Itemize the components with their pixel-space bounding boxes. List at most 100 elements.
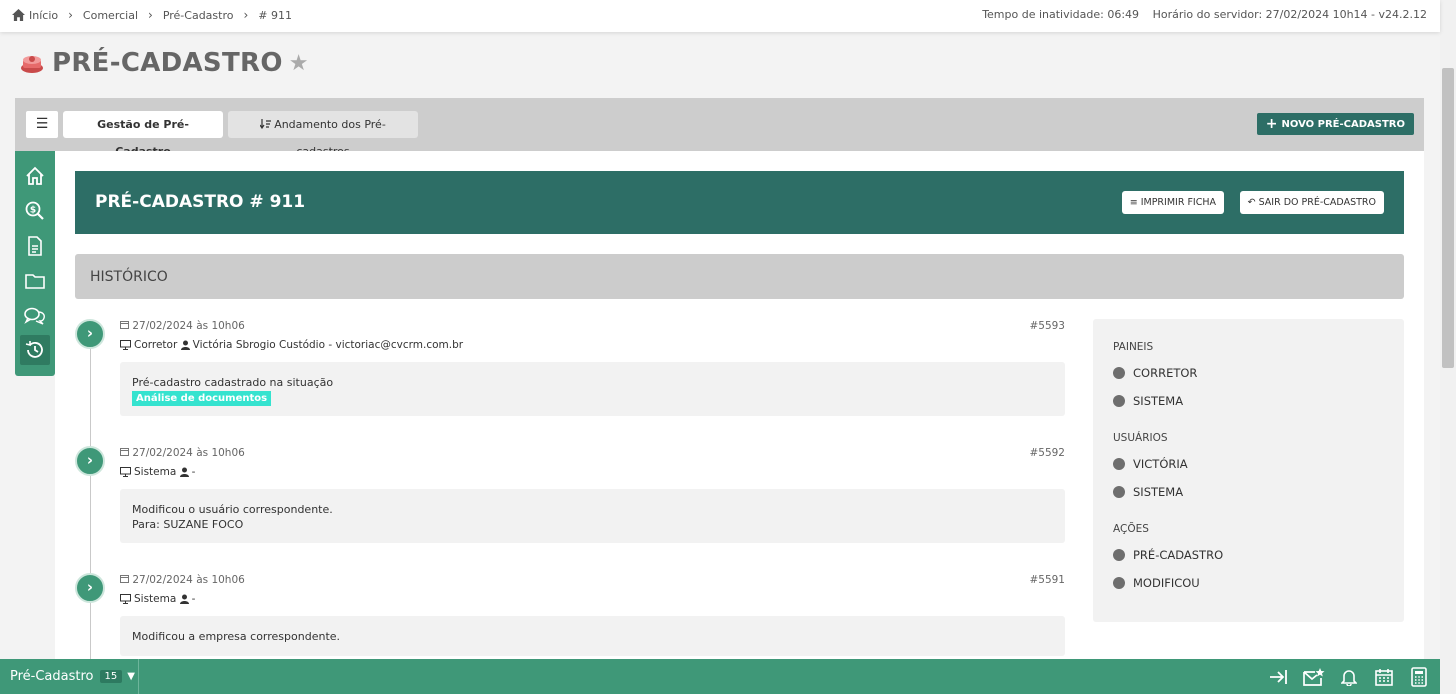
server-time: Horário do servidor: 27/02/2024 10h14 - … [1152, 8, 1427, 21]
breadcrumb: Início › Comercial › Pré-Cadastro › # 91… [12, 8, 292, 22]
pre-cadastro-logo-icon [21, 56, 43, 73]
entry-date-text: 27/02/2024 às 10h06 [132, 574, 245, 586]
svg-text:$: $ [30, 206, 36, 216]
search-money-icon[interactable]: $ [20, 196, 50, 226]
chevron-right-icon: › [148, 8, 153, 22]
entry-user: - [191, 593, 196, 605]
print-button-label: IMPRIMIR FICHA [1140, 197, 1216, 208]
entry-date-text: 27/02/2024 às 10h06 [132, 447, 245, 459]
filter-option-label: PRÉ-CADASTRO [1133, 548, 1224, 562]
filter-option[interactable]: VICTÓRIA [1113, 457, 1188, 471]
entry-date-text: 27/02/2024 às 10h06 [132, 320, 245, 332]
bottom-bar: Pré-Cadastro 15 ▼ [0, 659, 1440, 694]
monitor-icon [120, 340, 131, 350]
filter-option[interactable]: SISTEMA [1113, 485, 1183, 499]
filter-group-title: PAINEIS [1113, 341, 1154, 353]
monitor-icon [120, 467, 131, 477]
entry-origin: Sistema [134, 466, 177, 478]
module-selector[interactable]: Pré-Cadastro 15 ▼ [0, 659, 139, 694]
expand-chevron-icon[interactable]: › [75, 573, 105, 603]
tab-andamento[interactable]: Andamento dos Pré-cadastros [228, 111, 418, 158]
breadcrumb-item-current: # 911 [258, 8, 293, 22]
exit-button[interactable]: ↶ SAIR DO PRÉ-CADASTRO [1239, 191, 1384, 214]
calculator-icon[interactable] [1408, 666, 1430, 688]
entry-id: #5592 [1029, 447, 1065, 459]
tab-gestao[interactable]: Gestão de Pré-Cadastro [63, 111, 223, 158]
chevron-right-icon: › [68, 8, 73, 22]
entry-content: Modificou a empresa correspondente. [120, 616, 1065, 656]
print-button[interactable]: ≡ IMPRIMIR FICHA [1121, 191, 1224, 214]
exit-button-label: SAIR DO PRÉ-CADASTRO [1258, 197, 1376, 208]
menu-toggle-button[interactable]: ☰ [26, 111, 58, 138]
entry-text: Pré-cadastro cadastrado na situação [132, 376, 334, 389]
entry-origin: Corretor [134, 339, 178, 351]
calendar-icon [120, 321, 129, 329]
top-bar: Início › Comercial › Pré-Cadastro › # 91… [0, 0, 1440, 32]
entry-user: - [191, 466, 196, 478]
mail-star-icon[interactable] [1303, 666, 1325, 688]
chat-icon[interactable] [20, 301, 50, 331]
filter-option-label: SISTEMA [1133, 394, 1184, 408]
entry-user: Victória Sbrogio Custódio - victoriac@cv… [192, 339, 464, 351]
new-pre-cadastro-label: NOVO PRÉ-CADASTRO [1281, 119, 1405, 130]
radio-circle-icon [1113, 367, 1125, 379]
expand-chevron-icon[interactable]: › [75, 446, 105, 476]
list-icon: ≡ [1129, 197, 1138, 208]
user-icon [179, 467, 189, 477]
reply-icon: ↶ [1247, 197, 1256, 208]
chevron-down-icon: ▼ [127, 671, 135, 682]
filter-option[interactable]: MODIFICOU [1113, 576, 1200, 590]
new-pre-cadastro-button[interactable]: + NOVO PRÉ-CADASTRO [1256, 113, 1414, 135]
document-icon[interactable] [20, 231, 50, 261]
radio-circle-icon [1113, 486, 1125, 498]
vertical-scrollbar[interactable] [1440, 0, 1456, 694]
history-title: HISTÓRICO [90, 269, 168, 285]
filter-group-title: USUÁRIOS [1113, 432, 1168, 444]
filter-option[interactable]: CORRETOR [1113, 366, 1197, 380]
breadcrumb-item-pre-cadastro[interactable]: Pré-Cadastro [163, 9, 234, 22]
bottom-actions [1255, 666, 1430, 688]
filter-option-label: CORRETOR [1133, 366, 1198, 380]
radio-circle-icon [1113, 458, 1125, 470]
folder-icon[interactable] [20, 266, 50, 296]
entry-text: Modificou o usuário correspondente. [132, 503, 333, 516]
session-info: Tempo de inatividade: 06:49 Horário do s… [982, 8, 1427, 21]
plus-icon: + [1265, 116, 1278, 132]
count-badge: 15 [99, 670, 123, 683]
filter-option[interactable]: SISTEMA [1113, 394, 1183, 408]
entry-author: Sistema - [120, 593, 195, 605]
filter-option-label: VICTÓRIA [1133, 457, 1188, 471]
page-title: PRÉ-CADASTRO [52, 48, 283, 78]
collapse-right-icon[interactable] [1268, 666, 1290, 688]
home-icon [12, 9, 25, 21]
entry-text: Modificou a empresa correspondente. [132, 630, 341, 643]
radio-circle-icon [1113, 395, 1125, 407]
entry-content: Modificou o usuário correspondente. Para… [120, 489, 1065, 543]
filter-group-title: AÇÕES [1113, 523, 1149, 535]
entry-origin: Sistema [134, 593, 177, 605]
star-icon[interactable]: ★ [289, 51, 309, 76]
entry-extra: Para: SUZANE FOCO [132, 518, 244, 531]
entry-id: #5591 [1029, 574, 1065, 586]
entry-date: 27/02/2024 às 10h06 [120, 574, 245, 586]
calendar-icon[interactable] [1373, 666, 1395, 688]
entry-author: Corretor Victória Sbrogio Custódio - vic… [120, 339, 463, 351]
breadcrumb-item-comercial[interactable]: Comercial [83, 9, 138, 22]
page-header: PRÉ-CADASTRO ★ [20, 48, 308, 78]
pre-cadastro-title: PRÉ-CADASTRO # 911 [95, 192, 306, 212]
expand-chevron-icon[interactable]: › [75, 319, 105, 349]
history-icon[interactable] [20, 335, 50, 365]
chevron-right-icon: › [243, 8, 249, 22]
entry-content: Pré-cadastro cadastrado na situação Anál… [120, 362, 1065, 416]
inactivity-time: Tempo de inatividade: 06:49 [982, 8, 1140, 21]
entry-author: Sistema - [120, 466, 195, 478]
home-icon[interactable] [20, 161, 50, 191]
filter-option-label: SISTEMA [1133, 485, 1184, 499]
filter-option[interactable]: PRÉ-CADASTRO [1113, 548, 1223, 562]
breadcrumb-item-inicio[interactable]: Início [29, 9, 58, 22]
radio-circle-icon [1113, 549, 1125, 561]
scrollbar-thumb[interactable] [1442, 68, 1454, 368]
bell-icon[interactable] [1338, 666, 1360, 688]
history-section-header: HISTÓRICO [75, 254, 1404, 299]
entry-date: 27/02/2024 às 10h06 [120, 447, 245, 459]
